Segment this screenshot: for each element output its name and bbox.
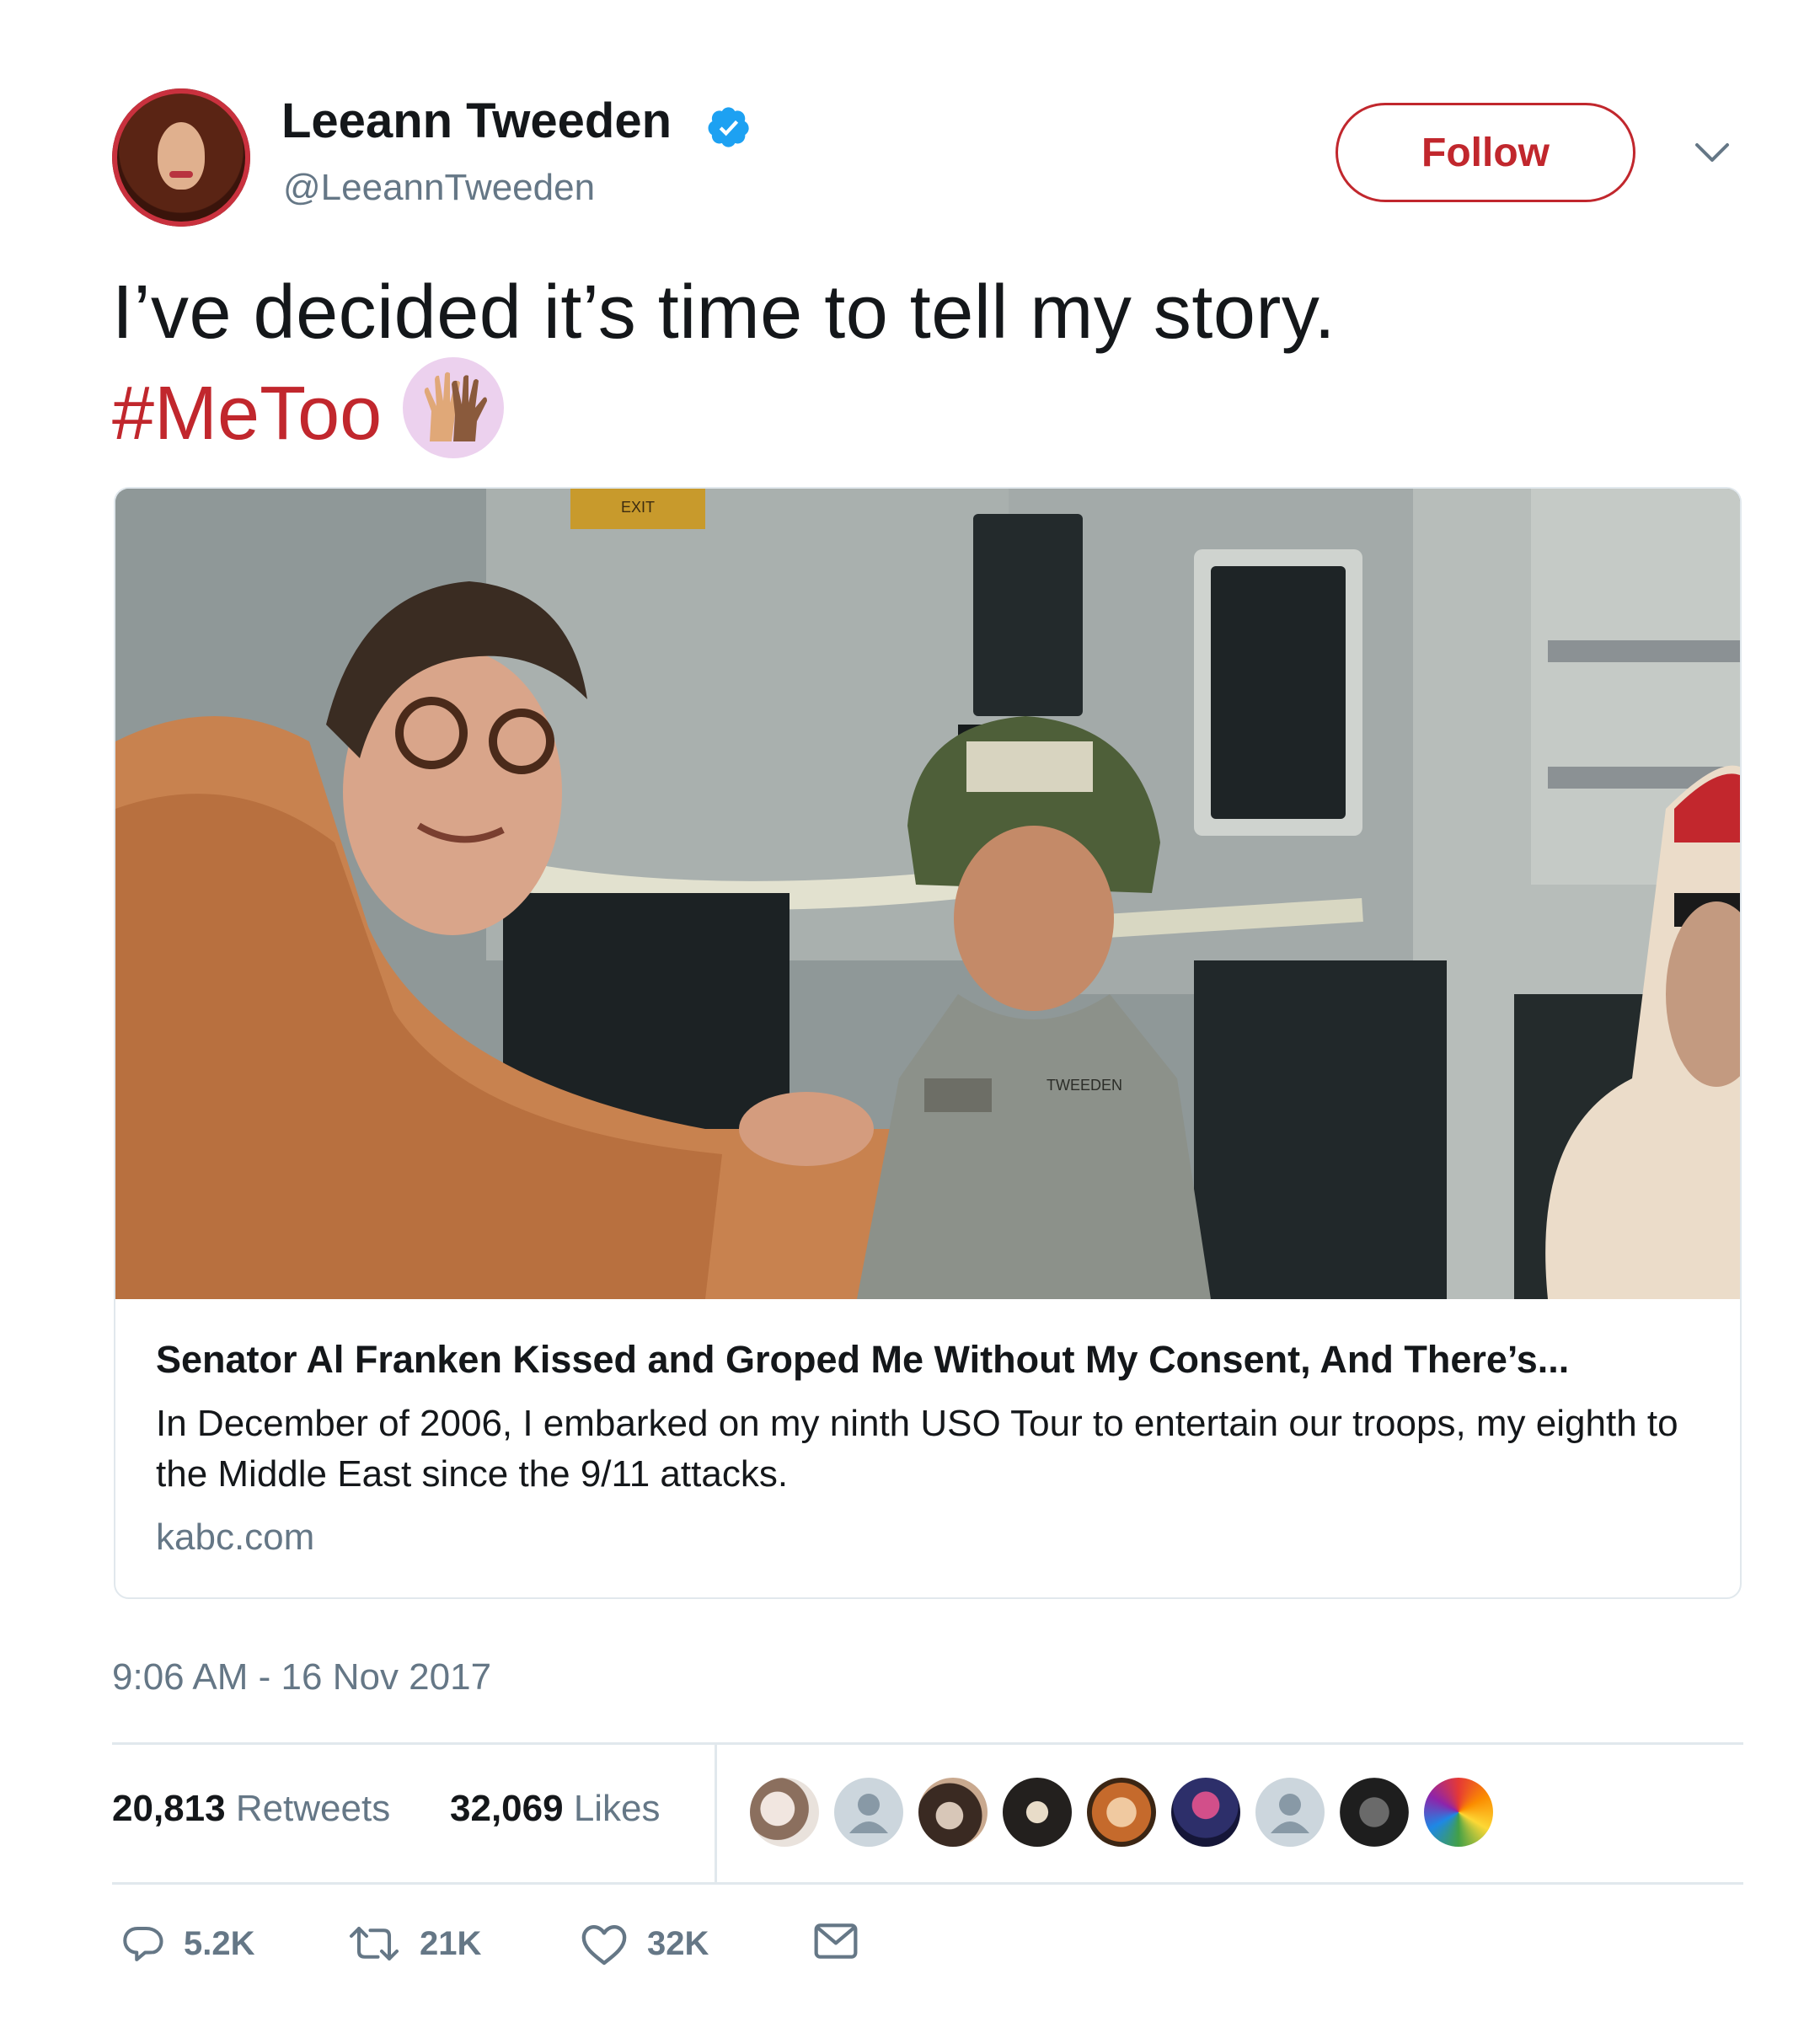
retweet-button[interactable]: 21K: [347, 1921, 481, 1966]
avatar-lips: [169, 171, 193, 178]
reply-icon: [123, 1926, 163, 1961]
like-button[interactable]: 32K: [580, 1921, 709, 1966]
card-title[interactable]: Senator Al Franken Kissed and Groped Me …: [156, 1338, 1569, 1382]
card-domain[interactable]: kabc.com: [156, 1516, 314, 1559]
tweet-timestamp[interactable]: 9:06 AM - 16 Nov 2017: [112, 1656, 491, 1698]
reply-count: 5.2K: [184, 1924, 255, 1962]
verified-badge-icon: [708, 107, 749, 147]
liker-avatar[interactable]: [1171, 1778, 1240, 1847]
like-count: 32K: [647, 1924, 709, 1962]
envelope-icon: [814, 1923, 858, 1959]
heart-icon: [581, 1925, 627, 1966]
avatar-face: [158, 122, 205, 190]
name-tape-text: TWEEDEN: [1046, 1077, 1122, 1094]
raising-hands-icon: [424, 372, 487, 441]
raising-hands-emoji: [403, 357, 504, 458]
reply-button[interactable]: 5.2K: [120, 1921, 255, 1966]
follow-button[interactable]: Follow: [1336, 103, 1635, 202]
retweet-count: 21K: [420, 1924, 482, 1962]
stats-bottom-divider: [112, 1882, 1743, 1885]
exit-sign-text: EXIT: [621, 499, 655, 516]
likes-label: Likes: [573, 1788, 661, 1829]
display-name[interactable]: Leeann Tweeden: [281, 93, 672, 149]
direct-message-button[interactable]: [812, 1921, 859, 1961]
stats-top-divider: [112, 1742, 1743, 1745]
default-user-icon: [849, 1794, 888, 1833]
photo-illustration: EXIT TWEEDEN: [115, 489, 1740, 1299]
retweets-count: 20,813: [112, 1788, 226, 1829]
stats-separator: [715, 1744, 717, 1884]
liker-avatar[interactable]: [918, 1778, 988, 1847]
default-avatar[interactable]: [834, 1778, 903, 1847]
liker-avatar[interactable]: [750, 1778, 819, 1847]
liker-avatar[interactable]: [1003, 1778, 1072, 1847]
tweet-text: I’ve decided it’s time to tell my story.: [112, 270, 1336, 355]
likes-count: 32,069: [450, 1788, 564, 1829]
liker-avatar[interactable]: [1087, 1778, 1156, 1847]
default-avatar[interactable]: [1255, 1778, 1325, 1847]
likes-stat[interactable]: 32,069 Likes: [450, 1788, 661, 1830]
retweets-label: Retweets: [235, 1788, 391, 1829]
card-description: In December of 2006, I embarked on my ni…: [156, 1403, 1678, 1495]
default-user-icon: [1271, 1794, 1309, 1833]
card-photo[interactable]: EXIT TWEEDEN: [115, 489, 1740, 1299]
retweets-stat[interactable]: 20,813 Retweets: [112, 1788, 390, 1830]
retweet-icon: [349, 1926, 399, 1961]
liker-avatar[interactable]: [1340, 1778, 1409, 1847]
hashtag-link[interactable]: #MeToo: [112, 371, 382, 457]
chevron-down-icon[interactable]: [1694, 138, 1731, 167]
link-card[interactable]: EXIT TWEEDEN Senator Al Franken Kissed a…: [114, 487, 1742, 1599]
user-handle[interactable]: @LeeannTweeden: [283, 167, 595, 209]
liker-avatar[interactable]: [1424, 1778, 1493, 1847]
card-body[interactable]: Senator Al Franken Kissed and Groped Me …: [115, 1299, 1740, 1597]
profile-avatar[interactable]: [112, 88, 250, 227]
